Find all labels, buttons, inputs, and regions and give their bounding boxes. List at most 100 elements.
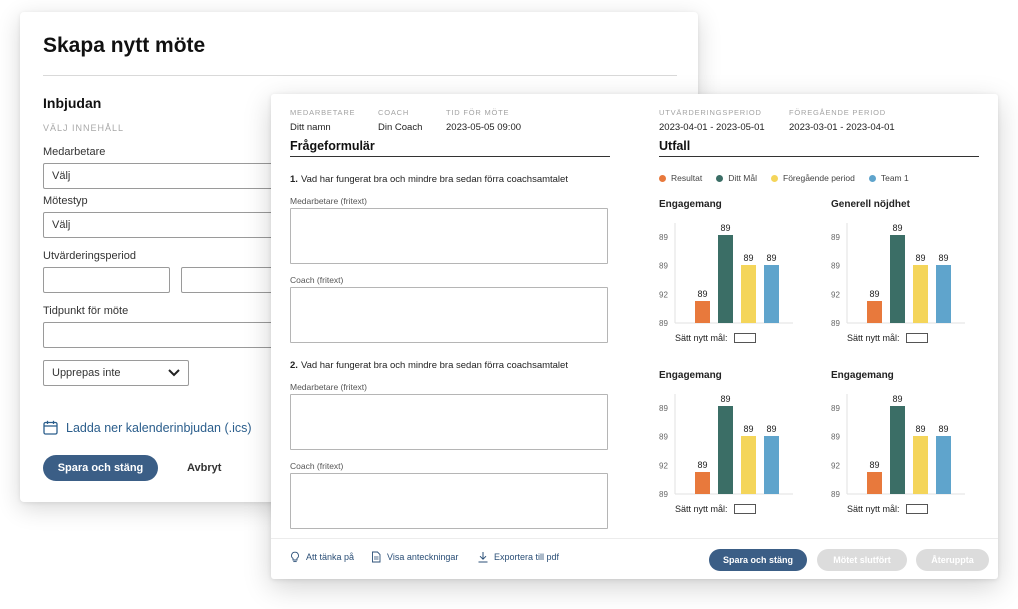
legend-dot-icon xyxy=(659,174,666,182)
set-goal-row: Sätt nytt mål: xyxy=(675,504,756,514)
export-pdf-label: Exportera till pdf xyxy=(494,552,560,562)
y-tick-label: 92 xyxy=(659,290,668,299)
bar xyxy=(764,265,779,323)
bar-value-label: 89 xyxy=(869,460,879,470)
meta-previous-period: FÖREGÅENDE PERIOD 2023-03-01 - 2023-04-0… xyxy=(789,108,895,133)
footer-divider xyxy=(271,538,998,539)
bar xyxy=(867,301,882,323)
show-notes-label: Visa anteckningar xyxy=(387,552,459,562)
legend-dot-icon xyxy=(771,174,778,182)
legend-item: Ditt Mål xyxy=(716,173,757,183)
coach-text-label: Coach (fritext) xyxy=(290,275,344,285)
y-tick-label: 92 xyxy=(831,461,840,470)
bar xyxy=(695,472,710,494)
meta-employee: MEDARBETARE Ditt namn xyxy=(290,108,355,133)
repeat-select[interactable]: Upprepas inte xyxy=(43,360,189,386)
y-tick-label: 89 xyxy=(659,262,668,271)
document-icon xyxy=(372,551,381,563)
divider xyxy=(43,75,677,76)
set-goal-input[interactable] xyxy=(733,504,756,514)
employee-textarea[interactable] xyxy=(290,394,608,450)
question-2: 2. Vad har fungerat bra och mindre bra se… xyxy=(290,360,568,371)
question-number: 2. xyxy=(290,360,298,371)
meeting-complete-button[interactable]: Mötet slutfört xyxy=(817,549,907,571)
meta-value: 2023-05-05 09:00 xyxy=(446,122,522,133)
chart-title: Generell nöjdhet xyxy=(831,199,910,210)
meta-key: MEDARBETARE xyxy=(290,108,356,117)
dialog-title: Skapa nytt möte xyxy=(43,34,206,57)
legend-item: Föregående period xyxy=(771,173,855,183)
bar-value-label: 89 xyxy=(892,394,902,404)
question-1: 1. Vad har fungerat bra och mindre bra se… xyxy=(290,174,568,185)
bar-value-label: 89 xyxy=(869,289,879,299)
bar-value-label: 89 xyxy=(938,253,948,263)
set-goal-row: Sätt nytt mål: xyxy=(847,333,928,343)
bar xyxy=(718,406,733,494)
meta-key: UTVÄRDERINGSPERIOD xyxy=(659,108,762,117)
y-tick-label: 89 xyxy=(831,233,840,242)
coach-textarea[interactable] xyxy=(290,287,608,343)
bar-value-label: 89 xyxy=(697,289,707,299)
form-title-rule xyxy=(290,156,610,157)
show-notes-link[interactable]: Visa anteckningar xyxy=(370,551,458,563)
motestyp-label: Mötestyp xyxy=(43,195,88,207)
y-tick-label: 89 xyxy=(831,404,840,413)
calendar-icon xyxy=(43,420,58,435)
y-tick-label: 92 xyxy=(831,290,840,299)
period-start-input[interactable] xyxy=(43,267,170,293)
coach-text-label: Coach (fritext) xyxy=(290,461,344,471)
bar-value-label: 89 xyxy=(697,460,707,470)
bar-value-label: 89 xyxy=(743,253,753,263)
meta-meeting-time: TID FÖR MÖTE 2023-05-05 09:00 xyxy=(446,108,521,133)
save-close-button[interactable]: Spara och stäng xyxy=(43,455,158,481)
chart-svg: 89 89 92 89 89 89 89 89 xyxy=(831,223,965,328)
y-tick-label: 89 xyxy=(831,433,840,442)
meta-value: 2023-04-01 - 2023-05-01 xyxy=(659,122,765,133)
cancel-button[interactable]: Avbryt xyxy=(187,462,221,474)
section-title: Inbjudan xyxy=(43,95,102,111)
bar xyxy=(764,436,779,494)
set-goal-input[interactable] xyxy=(905,504,928,514)
bar xyxy=(695,301,710,323)
period-label: Utvärderingsperiod xyxy=(43,250,136,262)
chart-title: Engagemang xyxy=(659,199,722,210)
legend-label: Ditt Mål xyxy=(728,173,757,183)
set-goal-input[interactable] xyxy=(733,333,756,343)
meta-value: Din Coach xyxy=(378,122,423,133)
think-about-link[interactable]: Att tänka på xyxy=(289,551,354,563)
legend-item: Resultat xyxy=(659,173,702,183)
chart-svg: 89 89 92 89 89 89 89 89 xyxy=(659,394,793,499)
question-text: Vad har fungerat bra och mindre bra seda… xyxy=(300,360,568,371)
legend-dot-icon xyxy=(716,174,724,182)
meta-key: TID FÖR MÖTE xyxy=(446,108,510,117)
legend-label: Föregående period xyxy=(783,173,855,183)
employee-textarea[interactable] xyxy=(290,208,608,264)
employee-text-label: Medarbetare (fritext) xyxy=(290,382,367,392)
bar xyxy=(913,436,928,494)
section-subtitle: VÄLJ INNEHÅLL xyxy=(43,123,125,133)
y-tick-label: 89 xyxy=(659,433,668,442)
save-close-button[interactable]: Spara och stäng xyxy=(709,549,807,571)
y-tick-label: 89 xyxy=(659,233,668,242)
meta-evaluation-period: UTVÄRDERINGSPERIOD 2023-04-01 - 2023-05-… xyxy=(659,108,765,133)
bar xyxy=(741,436,756,494)
bar-value-label: 89 xyxy=(938,424,948,434)
bar xyxy=(718,235,733,323)
meta-key: COACH xyxy=(378,108,410,117)
export-pdf-link[interactable]: Exportera till pdf xyxy=(477,551,559,563)
set-goal-input[interactable] xyxy=(905,333,928,343)
bar xyxy=(741,265,756,323)
download-ics-link[interactable]: Ladda ner kalenderinbjudan (.ics) xyxy=(43,420,252,435)
reopen-button[interactable]: Återuppta xyxy=(916,549,989,571)
set-goal-row: Sätt nytt mål: xyxy=(847,504,928,514)
y-tick-label: 89 xyxy=(831,262,840,271)
download-icon xyxy=(478,552,488,563)
y-tick-label: 89 xyxy=(659,490,668,499)
meta-value: Ditt namn xyxy=(290,122,331,133)
bar xyxy=(890,235,905,323)
chart-4: Engagemang 89 89 92 89 89 89 89 89 Sätt nytt må… xyxy=(831,370,981,520)
coach-textarea[interactable] xyxy=(290,473,608,529)
results-title-rule xyxy=(659,156,979,157)
chart-svg: 89 89 92 89 89 89 89 89 xyxy=(659,223,793,328)
question-number: 1. xyxy=(290,174,298,185)
